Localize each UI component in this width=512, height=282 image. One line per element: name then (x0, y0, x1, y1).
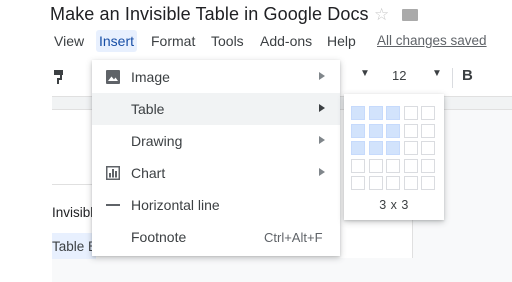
insert-menu-item-footnote[interactable]: Footnote Ctrl+Alt+F (92, 221, 340, 253)
table-grid-cell[interactable] (403, 123, 418, 138)
menu-item-label: Horizontal line (131, 197, 220, 213)
table-grid-cell[interactable] (403, 141, 418, 155)
insert-menu-item-chart[interactable]: Chart (92, 157, 340, 189)
font-size-field[interactable]: 12 (392, 68, 406, 83)
table-grid (351, 106, 437, 192)
star-icon[interactable]: ☆ (374, 5, 389, 25)
table-size-label: 3 x 3 (379, 198, 409, 212)
menu-tools[interactable]: Tools (208, 30, 247, 52)
submenu-arrow-icon (319, 72, 325, 80)
table-grid-cell[interactable] (421, 158, 435, 173)
insert-menu-dropdown: Image Table Drawing Chart Horizontal lin… (92, 60, 340, 256)
table-grid-cell[interactable] (386, 141, 400, 155)
paint-format-icon[interactable] (54, 70, 64, 84)
table-size-picker: 3 x 3 (344, 94, 444, 220)
table-grid-cell[interactable] (368, 158, 383, 173)
menubar: View Insert Format Tools Add-ons Help Al… (0, 30, 512, 54)
table-grid-cell[interactable] (421, 176, 435, 190)
insert-menu-item-table[interactable]: Table (92, 93, 340, 125)
horizontal-line-icon (106, 204, 120, 206)
table-grid-cell[interactable] (368, 141, 383, 155)
table-grid-cell[interactable] (351, 158, 365, 173)
table-grid-cell[interactable] (368, 176, 383, 190)
insert-menu-item-image[interactable]: Image (92, 61, 340, 93)
insert-menu-item-horizontal-line[interactable]: Horizontal line (92, 189, 340, 221)
menu-view[interactable]: View (51, 30, 87, 52)
table-grid-cell[interactable] (351, 141, 365, 155)
shortcut-label: Ctrl+Alt+F (264, 230, 323, 245)
submenu-arrow-icon (319, 168, 325, 176)
table-grid-cell[interactable] (368, 106, 383, 120)
submenu-arrow-icon (319, 136, 325, 144)
folder-icon[interactable] (402, 9, 418, 21)
menu-help[interactable]: Help (324, 30, 359, 52)
table-grid-cell[interactable] (403, 158, 418, 173)
table-grid-cell[interactable] (386, 106, 400, 120)
image-icon (106, 70, 120, 84)
saved-status-link[interactable]: All changes saved (377, 33, 487, 48)
table-grid-cell[interactable] (421, 106, 435, 120)
table-grid-cell[interactable] (386, 158, 400, 173)
table-grid-cell[interactable] (403, 106, 418, 120)
menu-item-label: Drawing (131, 133, 183, 149)
table-grid-cell[interactable] (351, 123, 365, 138)
menu-item-label: Chart (131, 165, 166, 181)
submenu-arrow-icon (319, 104, 325, 112)
insert-menu-item-drawing[interactable]: Drawing (92, 125, 340, 157)
table-grid-cell[interactable] (351, 106, 365, 120)
doc-title[interactable]: Make an Invisible Table in Google Docs (50, 4, 369, 25)
menu-item-label: Table (131, 101, 165, 117)
menu-insert[interactable]: Insert (96, 30, 138, 52)
menu-item-label: Image (131, 69, 170, 85)
bold-button[interactable]: B (462, 67, 473, 84)
document-highlight: Table Bor (52, 233, 109, 259)
menu-format[interactable]: Format (148, 30, 198, 52)
table-grid-cell[interactable] (421, 123, 435, 138)
table-grid-cell[interactable] (386, 123, 400, 138)
table-grid-cell[interactable] (368, 123, 383, 138)
menu-addons[interactable]: Add-ons (257, 30, 315, 52)
chart-icon (106, 166, 120, 180)
table-grid-cell[interactable] (421, 141, 435, 155)
toolbar-separator (452, 68, 453, 88)
table-grid-cell[interactable] (351, 176, 365, 190)
menu-item-label: Footnote (131, 229, 187, 245)
font-dropdown-arrow[interactable]: ▼ (360, 68, 370, 79)
table-grid-cell[interactable] (403, 176, 418, 190)
table-grid-cell[interactable] (386, 176, 400, 190)
font-size-dropdown-arrow[interactable]: ▼ (432, 68, 442, 79)
